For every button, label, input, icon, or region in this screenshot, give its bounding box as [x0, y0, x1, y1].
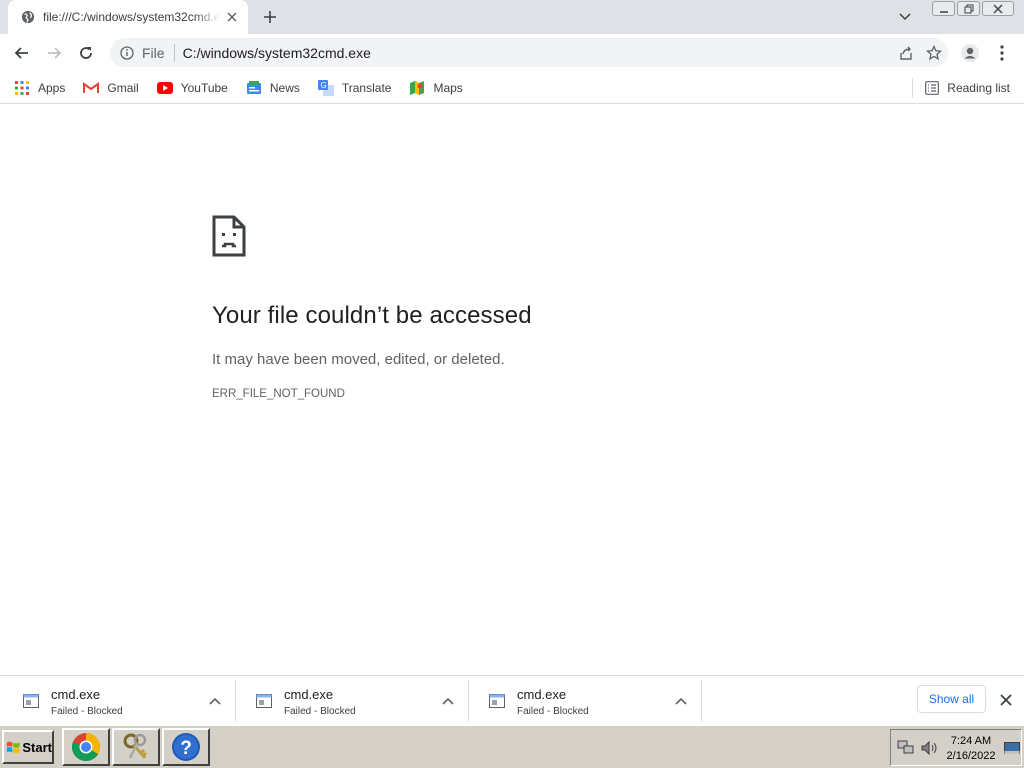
taskbar-keys-button[interactable] — [112, 728, 160, 766]
apps-grid-icon — [14, 80, 30, 96]
bookmark-apps[interactable]: Apps — [14, 76, 65, 100]
tab-strip: file:///C:/windows/system32cmd.exe — [0, 0, 1024, 34]
gmail-icon — [83, 80, 100, 96]
start-label: Start — [22, 739, 52, 755]
sad-file-icon — [212, 215, 246, 257]
chevron-up-icon[interactable] — [441, 694, 455, 708]
download-filename: cmd.exe — [517, 687, 567, 702]
address-bar[interactable]: File C:/windows/system32cmd.exe — [110, 38, 948, 67]
bookmark-gmail[interactable]: Gmail — [83, 76, 139, 100]
svg-text:G: G — [320, 81, 326, 90]
reload-icon — [80, 47, 92, 59]
error-page: Your file couldn’t be accessed It may ha… — [0, 104, 1024, 675]
profile-button[interactable] — [956, 39, 984, 67]
error-title: Your file couldn’t be accessed — [212, 302, 532, 329]
restore-icon — [964, 4, 973, 13]
tab-active[interactable]: file:///C:/windows/system32cmd.exe — [8, 0, 248, 34]
bookmark-label: Gmail — [107, 80, 139, 95]
reload-button[interactable] — [72, 39, 100, 67]
svg-text:?: ? — [180, 738, 192, 759]
chevron-up-icon[interactable] — [674, 694, 688, 708]
chrome-icon — [71, 733, 100, 761]
youtube-icon — [156, 80, 173, 96]
bookmarks-bar: Apps Gmail YouTube News G Translate Maps — [0, 72, 1024, 104]
new-tab-button[interactable] — [258, 6, 282, 28]
bookmark-translate[interactable]: G Translate — [317, 76, 392, 100]
clock-time[interactable]: 7:24 AM — [947, 735, 995, 747]
maps-icon — [409, 80, 425, 96]
back-button[interactable] — [8, 39, 36, 67]
error-message: It may have been moved, edited, or delet… — [212, 351, 505, 368]
bookmark-label: Maps — [433, 80, 463, 95]
network-icon[interactable] — [897, 740, 915, 756]
download-filename: cmd.exe — [51, 687, 101, 702]
bookmark-label: Translate — [341, 80, 392, 95]
bookmark-label: News — [269, 80, 300, 95]
globe-icon — [21, 10, 35, 24]
window-controls — [932, 1, 1014, 16]
plus-icon — [264, 11, 276, 23]
exe-file-icon — [23, 694, 39, 708]
exe-file-icon — [256, 694, 272, 708]
url-text[interactable]: C:/windows/system32cmd.exe — [183, 45, 892, 61]
exe-file-icon — [489, 694, 505, 708]
download-item[interactable]: cmd.exe Failed - Blocked — [236, 680, 469, 722]
show-all-button[interactable]: Show all — [917, 685, 986, 713]
share-icon[interactable] — [892, 39, 920, 67]
error-code: ERR_FILE_NOT_FOUND — [212, 388, 345, 400]
bookmarks-divider — [912, 78, 914, 98]
taskbar-help-button[interactable]: ? — [162, 728, 210, 766]
reading-list-label: Reading list — [947, 81, 1010, 95]
restore-button[interactable] — [957, 1, 980, 16]
reading-list-icon — [925, 81, 940, 95]
news-icon — [246, 80, 262, 96]
close-icon — [993, 4, 1003, 13]
download-shelf: cmd.exe Failed - Blocked cmd.exe Failed … — [0, 675, 1024, 725]
download-status: Failed - Blocked — [284, 706, 356, 717]
browser-toolbar: File C:/windows/system32cmd.exe — [0, 34, 1024, 72]
help-icon: ? — [172, 733, 200, 761]
bookmark-news[interactable]: News — [246, 76, 300, 100]
taskbar-chrome-button[interactable] — [62, 728, 110, 766]
taskbar: Start ? 7:24 AM 2/16/2022 — [0, 725, 1024, 768]
bookmark-star-icon[interactable] — [920, 39, 948, 67]
bookmark-maps[interactable]: Maps — [409, 76, 463, 100]
arrow-left-icon — [14, 47, 28, 59]
bookmark-youtube[interactable]: YouTube — [156, 76, 228, 100]
reading-list-button[interactable]: Reading list — [912, 72, 1010, 104]
keys-icon — [123, 733, 148, 759]
tab-search-button[interactable] — [895, 8, 915, 26]
download-item[interactable]: cmd.exe Failed - Blocked — [469, 680, 702, 722]
tab-title: file:///C:/windows/system32cmd.exe — [43, 10, 220, 24]
minimize-button[interactable] — [932, 1, 955, 16]
scheme-label: File — [142, 44, 165, 61]
clock-date[interactable]: 2/16/2022 — [943, 750, 999, 762]
info-icon[interactable] — [119, 45, 135, 61]
bookmark-label: YouTube — [180, 80, 228, 95]
system-tray: 7:24 AM 2/16/2022 — [890, 729, 1022, 766]
bookmark-label: Apps — [38, 80, 66, 95]
menu-button[interactable] — [990, 39, 1014, 67]
close-tab-icon[interactable] — [224, 9, 240, 25]
more-vert-icon — [1000, 45, 1004, 61]
chevron-down-icon — [899, 13, 911, 21]
windows-flag-icon — [6, 741, 20, 754]
chevron-up-icon[interactable] — [208, 694, 222, 708]
download-status: Failed - Blocked — [51, 706, 123, 717]
download-item[interactable]: cmd.exe Failed - Blocked — [3, 680, 236, 722]
close-shelf-icon[interactable] — [998, 692, 1014, 708]
download-filename: cmd.exe — [284, 687, 334, 702]
start-button[interactable]: Start — [2, 730, 54, 764]
show-desktop-icon[interactable] — [1004, 742, 1020, 756]
minimize-icon — [939, 10, 948, 13]
forward-button[interactable] — [40, 39, 68, 67]
download-status: Failed - Blocked — [517, 706, 589, 717]
close-window-button[interactable] — [982, 1, 1014, 16]
omnibox-divider — [173, 43, 175, 62]
volume-icon[interactable] — [921, 740, 939, 756]
arrow-right-icon — [48, 47, 62, 59]
avatar-icon — [961, 44, 979, 62]
translate-icon: G — [317, 79, 334, 96]
